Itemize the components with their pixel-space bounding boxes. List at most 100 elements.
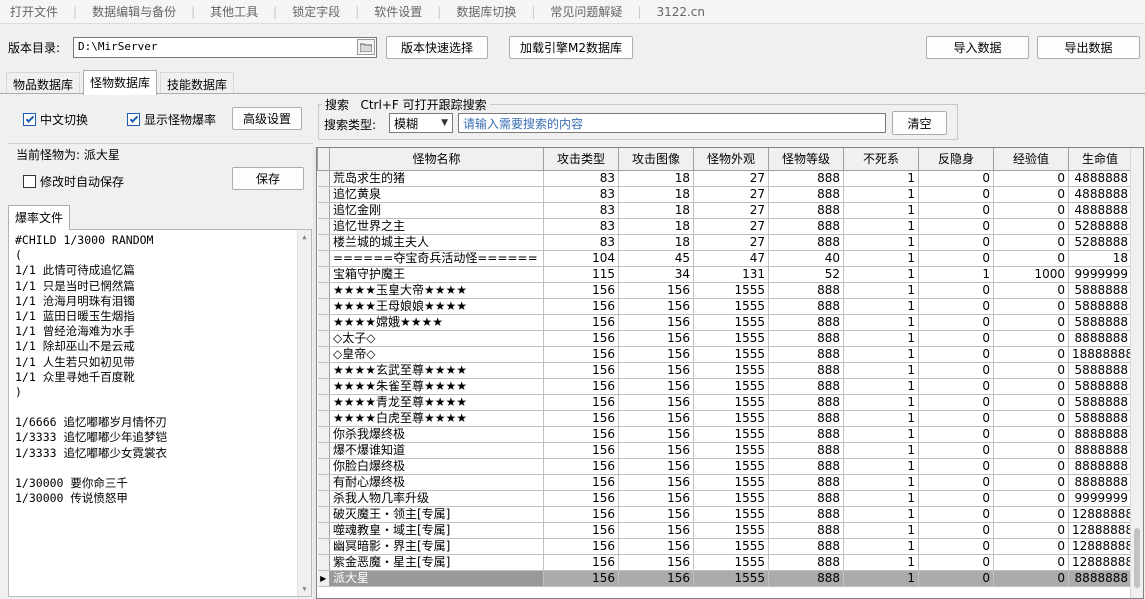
row-indicator[interactable]: [317, 506, 330, 523]
table-cell[interactable]: 5888888: [1068, 410, 1132, 427]
row-indicator[interactable]: [317, 170, 330, 187]
row-indicator[interactable]: [317, 522, 330, 539]
table-cell[interactable]: 你脸白爆终极: [329, 458, 544, 475]
table-cell[interactable]: 0: [993, 442, 1069, 459]
table-cell[interactable]: 888: [768, 490, 844, 507]
table-cell[interactable]: 156: [543, 554, 619, 571]
drop-file-scrollbar[interactable]: ▲ ▼: [297, 230, 311, 596]
grid-scroll-thumb[interactable]: [1134, 528, 1140, 588]
table-cell[interactable]: 5888888: [1068, 362, 1132, 379]
table-cell[interactable]: 888: [768, 474, 844, 491]
table-cell[interactable]: 8888888: [1068, 458, 1132, 475]
table-cell[interactable]: 888: [768, 378, 844, 395]
table-cell[interactable]: 1: [918, 266, 994, 283]
table-cell[interactable]: 18: [618, 234, 694, 251]
table-cell[interactable]: 156: [618, 458, 694, 475]
table-cell[interactable]: 1: [843, 458, 919, 475]
table-cell[interactable]: 0: [993, 378, 1069, 395]
row-indicator[interactable]: [317, 458, 330, 475]
table-cell[interactable]: 0: [993, 426, 1069, 443]
table-cell[interactable]: 1: [843, 554, 919, 571]
row-indicator[interactable]: [317, 426, 330, 443]
table-cell[interactable]: 5888888: [1068, 298, 1132, 315]
table-cell[interactable]: 27: [693, 218, 769, 235]
table-cell[interactable]: 888: [768, 410, 844, 427]
table-cell[interactable]: 0: [918, 506, 994, 523]
table-cell[interactable]: 0: [918, 378, 994, 395]
table-cell[interactable]: 156: [618, 490, 694, 507]
table-cell[interactable]: 156: [543, 426, 619, 443]
table-cell[interactable]: 131: [693, 266, 769, 283]
table-cell[interactable]: 9999999: [1068, 490, 1132, 507]
table-cell[interactable]: 47: [693, 250, 769, 267]
column-header[interactable]: 攻击图像: [618, 148, 694, 171]
table-cell[interactable]: 1: [843, 330, 919, 347]
table-cell[interactable]: 52: [768, 266, 844, 283]
table-cell[interactable]: 18888888: [1068, 346, 1132, 363]
table-cell[interactable]: 1555: [693, 282, 769, 299]
table-cell[interactable]: 27: [693, 234, 769, 251]
table-cell[interactable]: 156: [618, 314, 694, 331]
menu-item-5[interactable]: 数据库切换: [456, 3, 531, 20]
table-cell[interactable]: ======夺宝奇兵活动怪======: [329, 250, 544, 267]
table-cell[interactable]: 0: [918, 554, 994, 571]
table-cell[interactable]: 156: [543, 570, 619, 587]
table-cell[interactable]: 1: [843, 202, 919, 219]
table-cell[interactable]: 0: [993, 314, 1069, 331]
table-cell[interactable]: 0: [993, 330, 1069, 347]
row-indicator[interactable]: [317, 202, 330, 219]
row-indicator[interactable]: [317, 346, 330, 363]
version-quick-select-button[interactable]: 版本快速选择: [386, 36, 488, 59]
table-cell[interactable]: 0: [918, 490, 994, 507]
table-cell[interactable]: 888: [768, 314, 844, 331]
table-cell[interactable]: 0: [918, 298, 994, 315]
table-cell[interactable]: 0: [993, 250, 1069, 267]
row-indicator[interactable]: [317, 282, 330, 299]
table-cell[interactable]: 1555: [693, 506, 769, 523]
row-indicator[interactable]: [317, 314, 330, 331]
table-cell[interactable]: 0: [993, 346, 1069, 363]
table-cell[interactable]: 紫金恶魔・星主[专属]: [329, 554, 544, 571]
table-cell[interactable]: 34: [618, 266, 694, 283]
column-header[interactable]: 怪物名称: [329, 148, 544, 171]
table-cell[interactable]: ★★★★王母娘娘★★★★: [329, 298, 544, 315]
table-cell[interactable]: 0: [993, 458, 1069, 475]
table-cell[interactable]: 0: [918, 394, 994, 411]
table-cell[interactable]: 杀我人物几率升级: [329, 490, 544, 507]
table-cell[interactable]: 156: [543, 458, 619, 475]
table-cell[interactable]: 888: [768, 362, 844, 379]
table-cell[interactable]: ◇皇帝◇: [329, 346, 544, 363]
table-row[interactable]: ======夺宝奇兵活动怪====== 104 45 47 40 1 0 0 18: [317, 250, 1132, 267]
table-cell[interactable]: 156: [618, 378, 694, 395]
table-cell[interactable]: ★★★★青龙至尊★★★★: [329, 394, 544, 411]
table-cell[interactable]: 1: [843, 314, 919, 331]
table-cell[interactable]: 0: [918, 522, 994, 539]
table-cell[interactable]: 156: [618, 442, 694, 459]
table-cell[interactable]: 4888888: [1068, 170, 1132, 187]
table-cell[interactable]: 1555: [693, 554, 769, 571]
table-cell[interactable]: 1: [843, 506, 919, 523]
table-cell[interactable]: 1: [843, 186, 919, 203]
table-cell[interactable]: 0: [918, 538, 994, 555]
menu-item-7[interactable]: 3122.cn: [656, 5, 720, 19]
table-cell[interactable]: 1: [843, 250, 919, 267]
column-header[interactable]: 怪物等级: [768, 148, 844, 171]
grid-scrollbar[interactable]: [1130, 148, 1143, 598]
table-row[interactable]: ★★★★王母娘娘★★★★ 156 156 1555 888 1 0 0 5888888: [317, 298, 1132, 315]
table-cell[interactable]: 1555: [693, 570, 769, 587]
table-cell[interactable]: 0: [993, 298, 1069, 315]
auto-save-checkbox[interactable]: 修改时自动保存: [23, 173, 124, 190]
table-cell[interactable]: 荒岛求生的猪: [329, 170, 544, 187]
table-row[interactable]: ★★★★白虎至尊★★★★ 156 156 1555 888 1 0 0 5888888: [317, 410, 1132, 427]
table-cell[interactable]: 156: [543, 506, 619, 523]
table-cell[interactable]: 0: [993, 554, 1069, 571]
row-indicator[interactable]: [317, 250, 330, 267]
column-header[interactable]: 怪物外观: [693, 148, 769, 171]
menu-item-3[interactable]: 锁定字段: [292, 3, 355, 20]
table-cell[interactable]: 1: [843, 394, 919, 411]
table-cell[interactable]: 888: [768, 170, 844, 187]
row-indicator[interactable]: [317, 490, 330, 507]
table-cell[interactable]: 27: [693, 170, 769, 187]
table-cell[interactable]: 0: [993, 474, 1069, 491]
table-cell[interactable]: 156: [543, 522, 619, 539]
